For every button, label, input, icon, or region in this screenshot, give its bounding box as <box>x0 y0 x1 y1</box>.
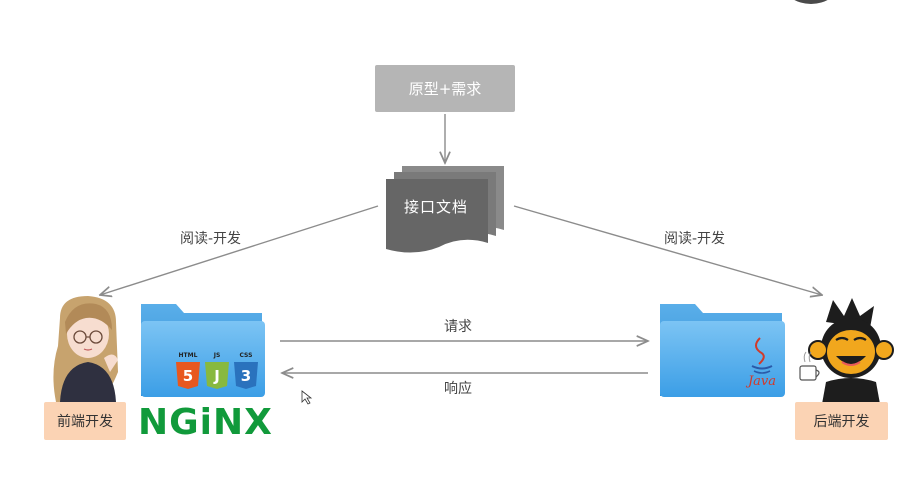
css-label: CSS <box>240 352 253 359</box>
backend-dev-badge: 后端开发 <box>795 402 888 440</box>
js-label: JS <box>213 352 221 359</box>
girl-avatar-icon <box>53 296 118 402</box>
response-label: 响应 <box>444 381 472 397</box>
backend-folder-icon: Java <box>660 304 785 397</box>
svg-text:J: J <box>213 367 220 385</box>
frontend-dev-label: 前端开发 <box>57 414 113 430</box>
prototype-label: 原型+需求 <box>408 80 482 98</box>
monkey-avatar-icon <box>799 298 894 404</box>
html5-icon: 5 <box>176 362 200 389</box>
cursor-icon <box>301 390 313 405</box>
read-develop-left-label: 阅读-开发 <box>180 231 242 247</box>
prototype-requirements-box: 原型+需求 <box>375 65 515 112</box>
backend-dev-label: 后端开发 <box>813 414 870 430</box>
arrow-doc-to-backend <box>513 205 822 295</box>
interface-doc-label: 接口文档 <box>403 198 468 216</box>
java-label: Java <box>745 374 776 389</box>
arrow-doc-to-frontend <box>100 205 379 295</box>
svg-text:3: 3 <box>241 367 251 385</box>
svg-text:5: 5 <box>183 367 193 385</box>
js-icon: J <box>205 362 229 389</box>
html-label: HTML <box>179 352 198 359</box>
css3-icon: 3 <box>234 362 258 389</box>
request-label: 请求 <box>444 319 472 335</box>
read-develop-right-label: 阅读-开发 <box>664 231 726 247</box>
frontend-folder-icon: 5 J 3 HTML JS CSS <box>141 304 265 397</box>
nginx-logo: NGiNX <box>138 402 273 443</box>
frontend-dev-badge: 前端开发 <box>44 402 126 440</box>
